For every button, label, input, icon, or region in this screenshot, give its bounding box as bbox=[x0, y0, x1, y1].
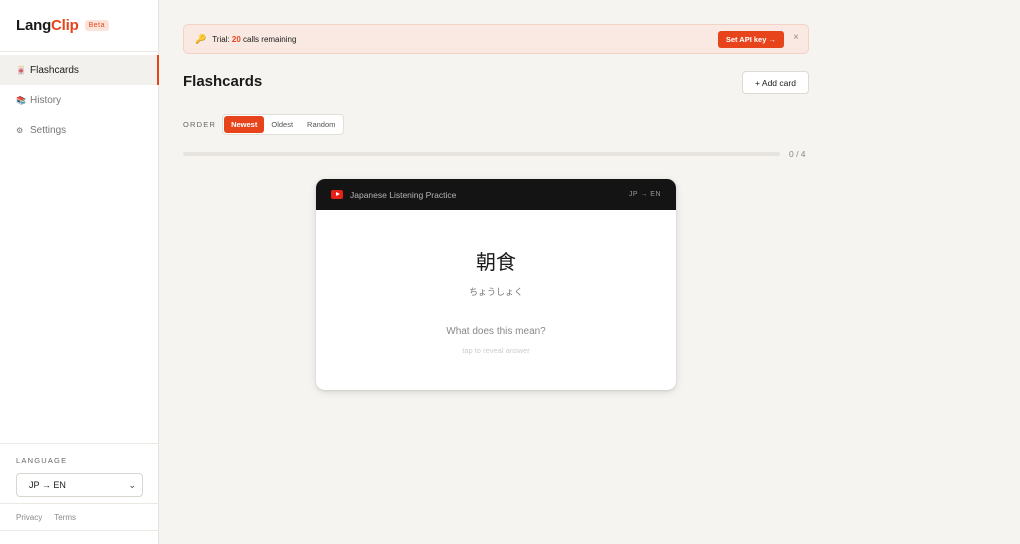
language-label: LANGUAGE bbox=[16, 456, 68, 465]
close-icon[interactable]: × bbox=[793, 32, 799, 43]
sidebar-item-flashcards[interactable]: 🀄 Flashcards bbox=[0, 55, 159, 85]
sidebar-item-label: Flashcards bbox=[30, 64, 79, 76]
chevron-down-icon: ⌄ bbox=[128, 479, 136, 490]
add-card-button[interactable]: + Add card bbox=[742, 71, 809, 94]
order-label: ORDER bbox=[183, 120, 217, 129]
card-direction: JP → EN bbox=[628, 191, 661, 198]
youtube-icon bbox=[331, 190, 343, 199]
page-title: Flashcards bbox=[183, 73, 263, 90]
trial-banner: 🔑 Trial: 20 calls remaining Set API key … bbox=[183, 24, 809, 54]
language-section: LANGUAGE JP → EN ⌄ bbox=[0, 443, 158, 497]
trial-prefix: Trial: bbox=[212, 34, 232, 44]
progress-count: 0 / 4 bbox=[789, 149, 806, 159]
trial-suffix: calls remaining bbox=[240, 34, 297, 44]
reveal-hint: tap to reveal answer bbox=[462, 346, 530, 355]
language-select[interactable]: JP → EN ⌄ bbox=[16, 473, 143, 497]
terms-link[interactable]: Terms bbox=[54, 513, 76, 522]
flashcard[interactable]: Japanese Listening Practice JP → EN 朝食 ち… bbox=[316, 179, 676, 390]
order-newest[interactable]: Newest bbox=[224, 116, 265, 133]
brand-clip: Clip bbox=[51, 17, 79, 34]
order-control: ORDER Newest Oldest Random bbox=[183, 114, 345, 135]
sidebar-nav: 🀄 Flashcards 📚 History ⚙ Settings bbox=[0, 52, 159, 145]
sidebar-item-history[interactable]: 📚 History bbox=[0, 85, 158, 115]
card-reading: ちょうしょく bbox=[468, 288, 523, 298]
beta-badge: Beta bbox=[84, 20, 109, 31]
history-icon: 📚 bbox=[16, 95, 26, 105]
cards-icon: 🀄 bbox=[16, 65, 26, 75]
language-value: JP → EN bbox=[29, 480, 66, 490]
brand[interactable]: Lang Clip Beta bbox=[0, 0, 158, 52]
order-oldest[interactable]: Oldest bbox=[264, 116, 300, 133]
set-api-key-button[interactable]: Set API key → bbox=[717, 31, 784, 48]
order-options: Newest Oldest Random bbox=[222, 114, 345, 135]
brand-lang: Lang bbox=[16, 17, 52, 34]
card-word: 朝食 bbox=[476, 250, 516, 274]
card-header: Japanese Listening Practice JP → EN bbox=[316, 179, 676, 210]
order-random[interactable]: Random bbox=[300, 116, 342, 133]
progress-bar bbox=[183, 152, 780, 156]
trial-text: Trial: 20 calls remaining bbox=[212, 35, 296, 44]
footer-links: Privacy Terms bbox=[0, 503, 158, 531]
gear-icon: ⚙ bbox=[16, 125, 24, 135]
card-source: Japanese Listening Practice bbox=[350, 189, 457, 200]
privacy-link[interactable]: Privacy bbox=[16, 513, 42, 522]
sidebar-item-settings[interactable]: ⚙ Settings bbox=[0, 115, 158, 145]
card-body: 朝食 ちょうしょく What does this mean? tap to re… bbox=[316, 246, 676, 355]
card-question: What does this mean? bbox=[446, 326, 546, 337]
key-icon: 🔑 bbox=[195, 33, 207, 44]
sidebar-item-label: Settings bbox=[30, 124, 67, 136]
sidebar-item-label: History bbox=[30, 94, 62, 106]
trial-count: 20 bbox=[231, 34, 241, 44]
sidebar: Lang Clip Beta 🀄 Flashcards 📚 History ⚙ S… bbox=[0, 0, 159, 544]
